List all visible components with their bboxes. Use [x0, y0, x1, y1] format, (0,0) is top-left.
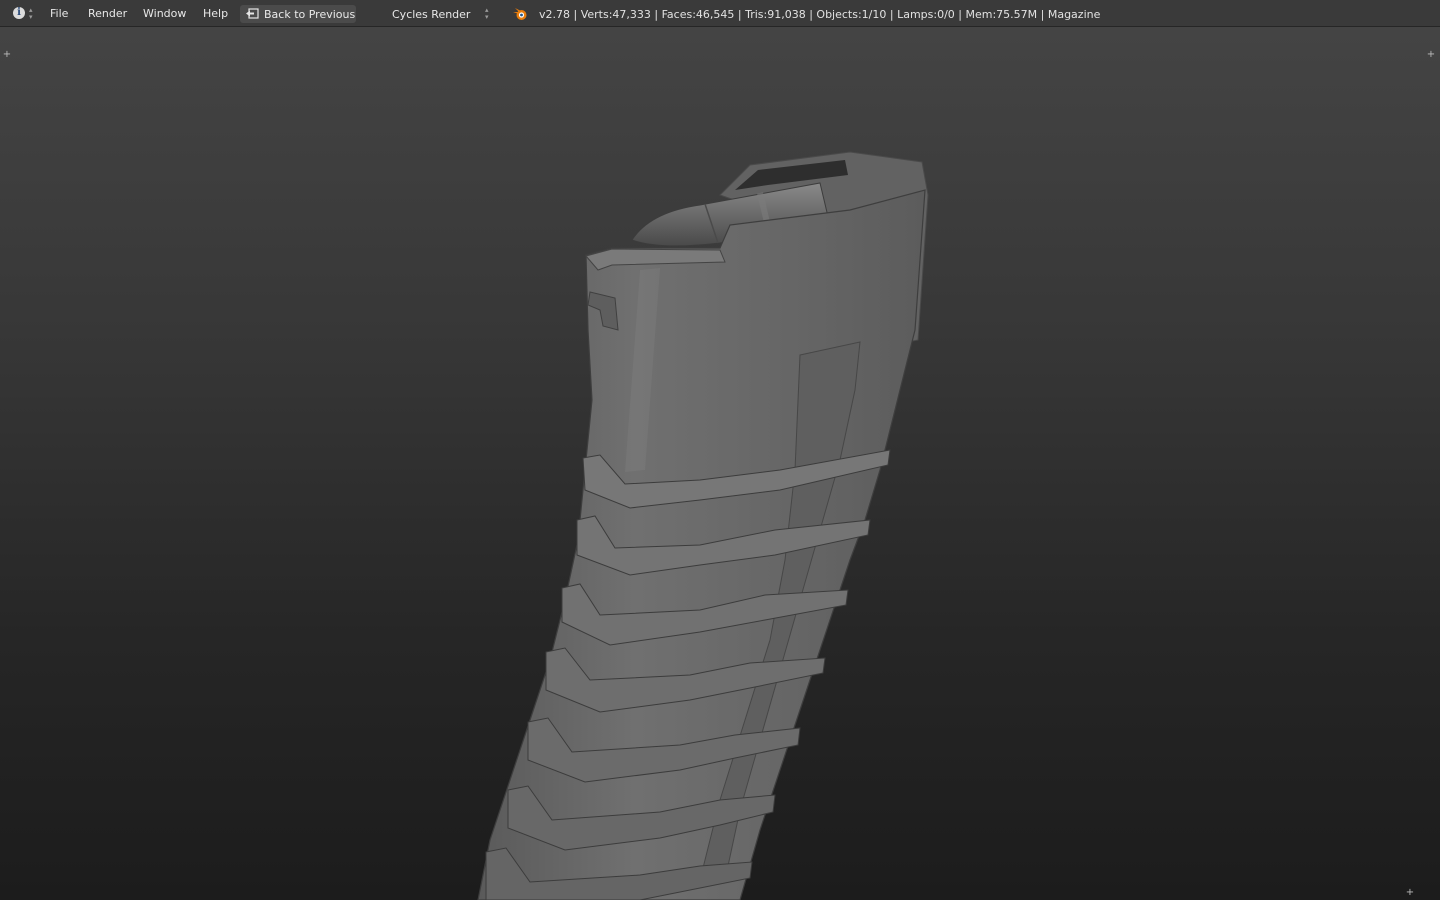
- top-header-bar: i ▴ ▾ File Render Window Help Back to Pre…: [0, 0, 1440, 27]
- back-to-previous-label: Back to Previous: [264, 8, 356, 21]
- back-arrow-icon: [246, 8, 259, 19]
- menu-help[interactable]: Help: [203, 0, 228, 27]
- render-engine-label: Cycles Render: [392, 8, 471, 21]
- blender-logo-icon: [513, 8, 527, 20]
- info-icon[interactable]: i: [13, 7, 25, 19]
- render-engine-dropdown[interactable]: Cycles Render ▴ ▾: [380, 5, 496, 23]
- dropdown-arrows-icon: ▴ ▾: [485, 6, 489, 21]
- menu-file[interactable]: File: [50, 0, 68, 27]
- editor-type-arrows-icon[interactable]: ▴ ▾: [29, 7, 35, 21]
- menu-render[interactable]: Render: [88, 0, 127, 27]
- scene-stats: v2.78 | Verts:47,333 | Faces:46,545 | Tr…: [539, 8, 1101, 21]
- magazine-model[interactable]: [0, 27, 1440, 900]
- back-to-previous-button[interactable]: Back to Previous: [240, 5, 356, 23]
- 3d-viewport[interactable]: + + +: [0, 27, 1440, 900]
- menu-window[interactable]: Window: [143, 0, 186, 27]
